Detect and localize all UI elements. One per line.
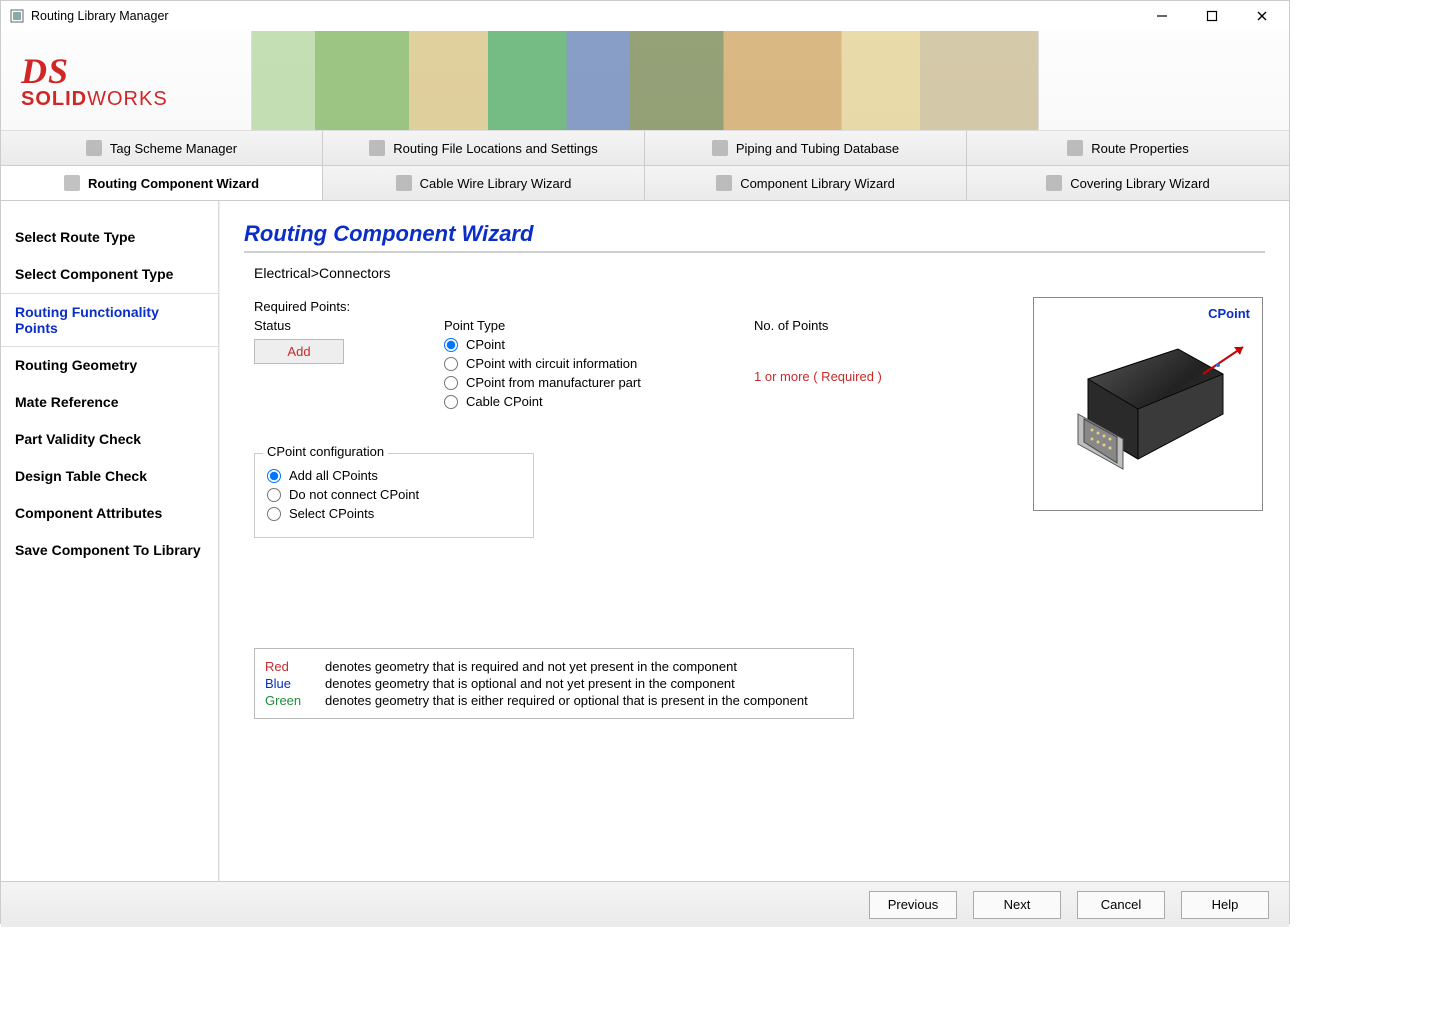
- radio-cpoint-manufacturer[interactable]: CPoint from manufacturer part: [444, 375, 744, 390]
- help-button[interactable]: Help: [1181, 891, 1269, 919]
- database-icon: [712, 140, 728, 156]
- main-area: Select Route Type Select Component Type …: [1, 201, 1289, 881]
- radio-add-all-cpoints[interactable]: Add all CPoints: [267, 468, 521, 483]
- tab-cable-wire-library[interactable]: Cable Wire Library Wizard: [323, 166, 645, 200]
- cable-icon: [396, 175, 412, 191]
- step-save-component[interactable]: Save Component To Library: [1, 532, 218, 569]
- radio-select-cpoints-input[interactable]: [267, 507, 281, 521]
- legend-blue-label: Blue: [265, 676, 311, 691]
- tab-piping-tubing-db[interactable]: Piping and Tubing Database: [645, 131, 967, 165]
- connector-preview-icon: [1048, 319, 1248, 489]
- logo-ds: DS: [21, 50, 168, 84]
- step-select-component-type[interactable]: Select Component Type: [1, 256, 218, 293]
- cpoint-configuration-group: CPoint configuration Add all CPoints Do …: [254, 453, 534, 538]
- legend-green-desc: denotes geometry that is either required…: [325, 693, 808, 708]
- step-routing-functionality-points[interactable]: Routing Functionality Points: [1, 293, 218, 347]
- radio-cpoint-circuit-input[interactable]: [444, 357, 458, 371]
- color-legend: Red denotes geometry that is required and…: [254, 648, 854, 719]
- radio-do-not-connect[interactable]: Do not connect CPoint: [267, 487, 521, 502]
- wizard-icon: [64, 175, 80, 191]
- wizard-steps-sidebar: Select Route Type Select Component Type …: [1, 201, 219, 881]
- step-design-table-check[interactable]: Design Table Check: [1, 458, 218, 495]
- banner: DS SOLIDWORKS: [1, 31, 1289, 131]
- step-part-validity-check[interactable]: Part Validity Check: [1, 421, 218, 458]
- step-mate-reference[interactable]: Mate Reference: [1, 384, 218, 421]
- properties-icon: [1067, 140, 1083, 156]
- window-title: Routing Library Manager: [31, 9, 169, 23]
- library-icon: [716, 175, 732, 191]
- logo-works: WORKS: [87, 88, 168, 110]
- tab-routing-component-wizard[interactable]: Routing Component Wizard: [1, 166, 323, 200]
- tag-icon: [86, 140, 102, 156]
- radio-cpoint-circuit[interactable]: CPoint with circuit information: [444, 356, 744, 371]
- preview-cpoint-label: CPoint: [1208, 306, 1250, 321]
- next-button[interactable]: Next: [973, 891, 1061, 919]
- tab-component-library[interactable]: Component Library Wizard: [645, 166, 967, 200]
- covering-icon: [1046, 175, 1062, 191]
- required-text: 1 or more ( Required ): [754, 369, 994, 384]
- radio-cpoint[interactable]: CPoint: [444, 337, 744, 352]
- footer: Previous Next Cancel Help: [1, 881, 1289, 927]
- step-component-attributes[interactable]: Component Attributes: [1, 495, 218, 532]
- close-button[interactable]: [1247, 6, 1277, 26]
- step-select-route-type[interactable]: Select Route Type: [1, 219, 218, 256]
- previous-button[interactable]: Previous: [869, 891, 957, 919]
- tab-tag-scheme-manager[interactable]: Tag Scheme Manager: [1, 131, 323, 165]
- solidworks-logo: DS SOLIDWORKS: [1, 50, 168, 111]
- page-title: Routing Component Wizard: [244, 221, 1265, 253]
- add-button[interactable]: Add: [254, 339, 344, 364]
- legend-green-label: Green: [265, 693, 311, 708]
- radio-cpoint-manufacturer-input[interactable]: [444, 376, 458, 390]
- radio-do-not-connect-input[interactable]: [267, 488, 281, 502]
- no-of-points-label: No. of Points: [754, 318, 994, 333]
- radio-add-all-cpoints-input[interactable]: [267, 469, 281, 483]
- tab-row-1: Tag Scheme Manager Routing File Location…: [1, 131, 1289, 166]
- logo-solid: SOLID: [21, 88, 87, 110]
- radio-select-cpoints[interactable]: Select CPoints: [267, 506, 521, 521]
- banner-illustration: [251, 31, 1039, 130]
- legend-red-desc: denotes geometry that is required and no…: [325, 659, 737, 674]
- titlebar: Routing Library Manager: [1, 1, 1289, 31]
- breadcrumb: Electrical>Connectors: [254, 265, 1265, 281]
- cpoint-config-legend: CPoint configuration: [263, 444, 388, 459]
- status-label: Status: [254, 318, 434, 333]
- minimize-button[interactable]: [1147, 6, 1177, 26]
- gear-icon: [369, 140, 385, 156]
- tab-route-properties[interactable]: Route Properties: [967, 131, 1289, 165]
- legend-blue-desc: denotes geometry that is optional and no…: [325, 676, 735, 691]
- tab-covering-library[interactable]: Covering Library Wizard: [967, 166, 1289, 200]
- preview-box: CPoint: [1033, 297, 1263, 511]
- content-panel: Routing Component Wizard Electrical>Conn…: [219, 201, 1289, 881]
- tab-row-2: Routing Component Wizard Cable Wire Libr…: [1, 166, 1289, 201]
- radio-cable-cpoint[interactable]: Cable CPoint: [444, 394, 744, 409]
- maximize-button[interactable]: [1197, 6, 1227, 26]
- cancel-button[interactable]: Cancel: [1077, 891, 1165, 919]
- app-icon: [9, 8, 25, 24]
- step-routing-geometry[interactable]: Routing Geometry: [1, 347, 218, 384]
- radio-cpoint-input[interactable]: [444, 338, 458, 352]
- point-type-label: Point Type: [444, 318, 744, 333]
- legend-red-label: Red: [265, 659, 311, 674]
- radio-cable-cpoint-input[interactable]: [444, 395, 458, 409]
- tab-routing-file-locations[interactable]: Routing File Locations and Settings: [323, 131, 645, 165]
